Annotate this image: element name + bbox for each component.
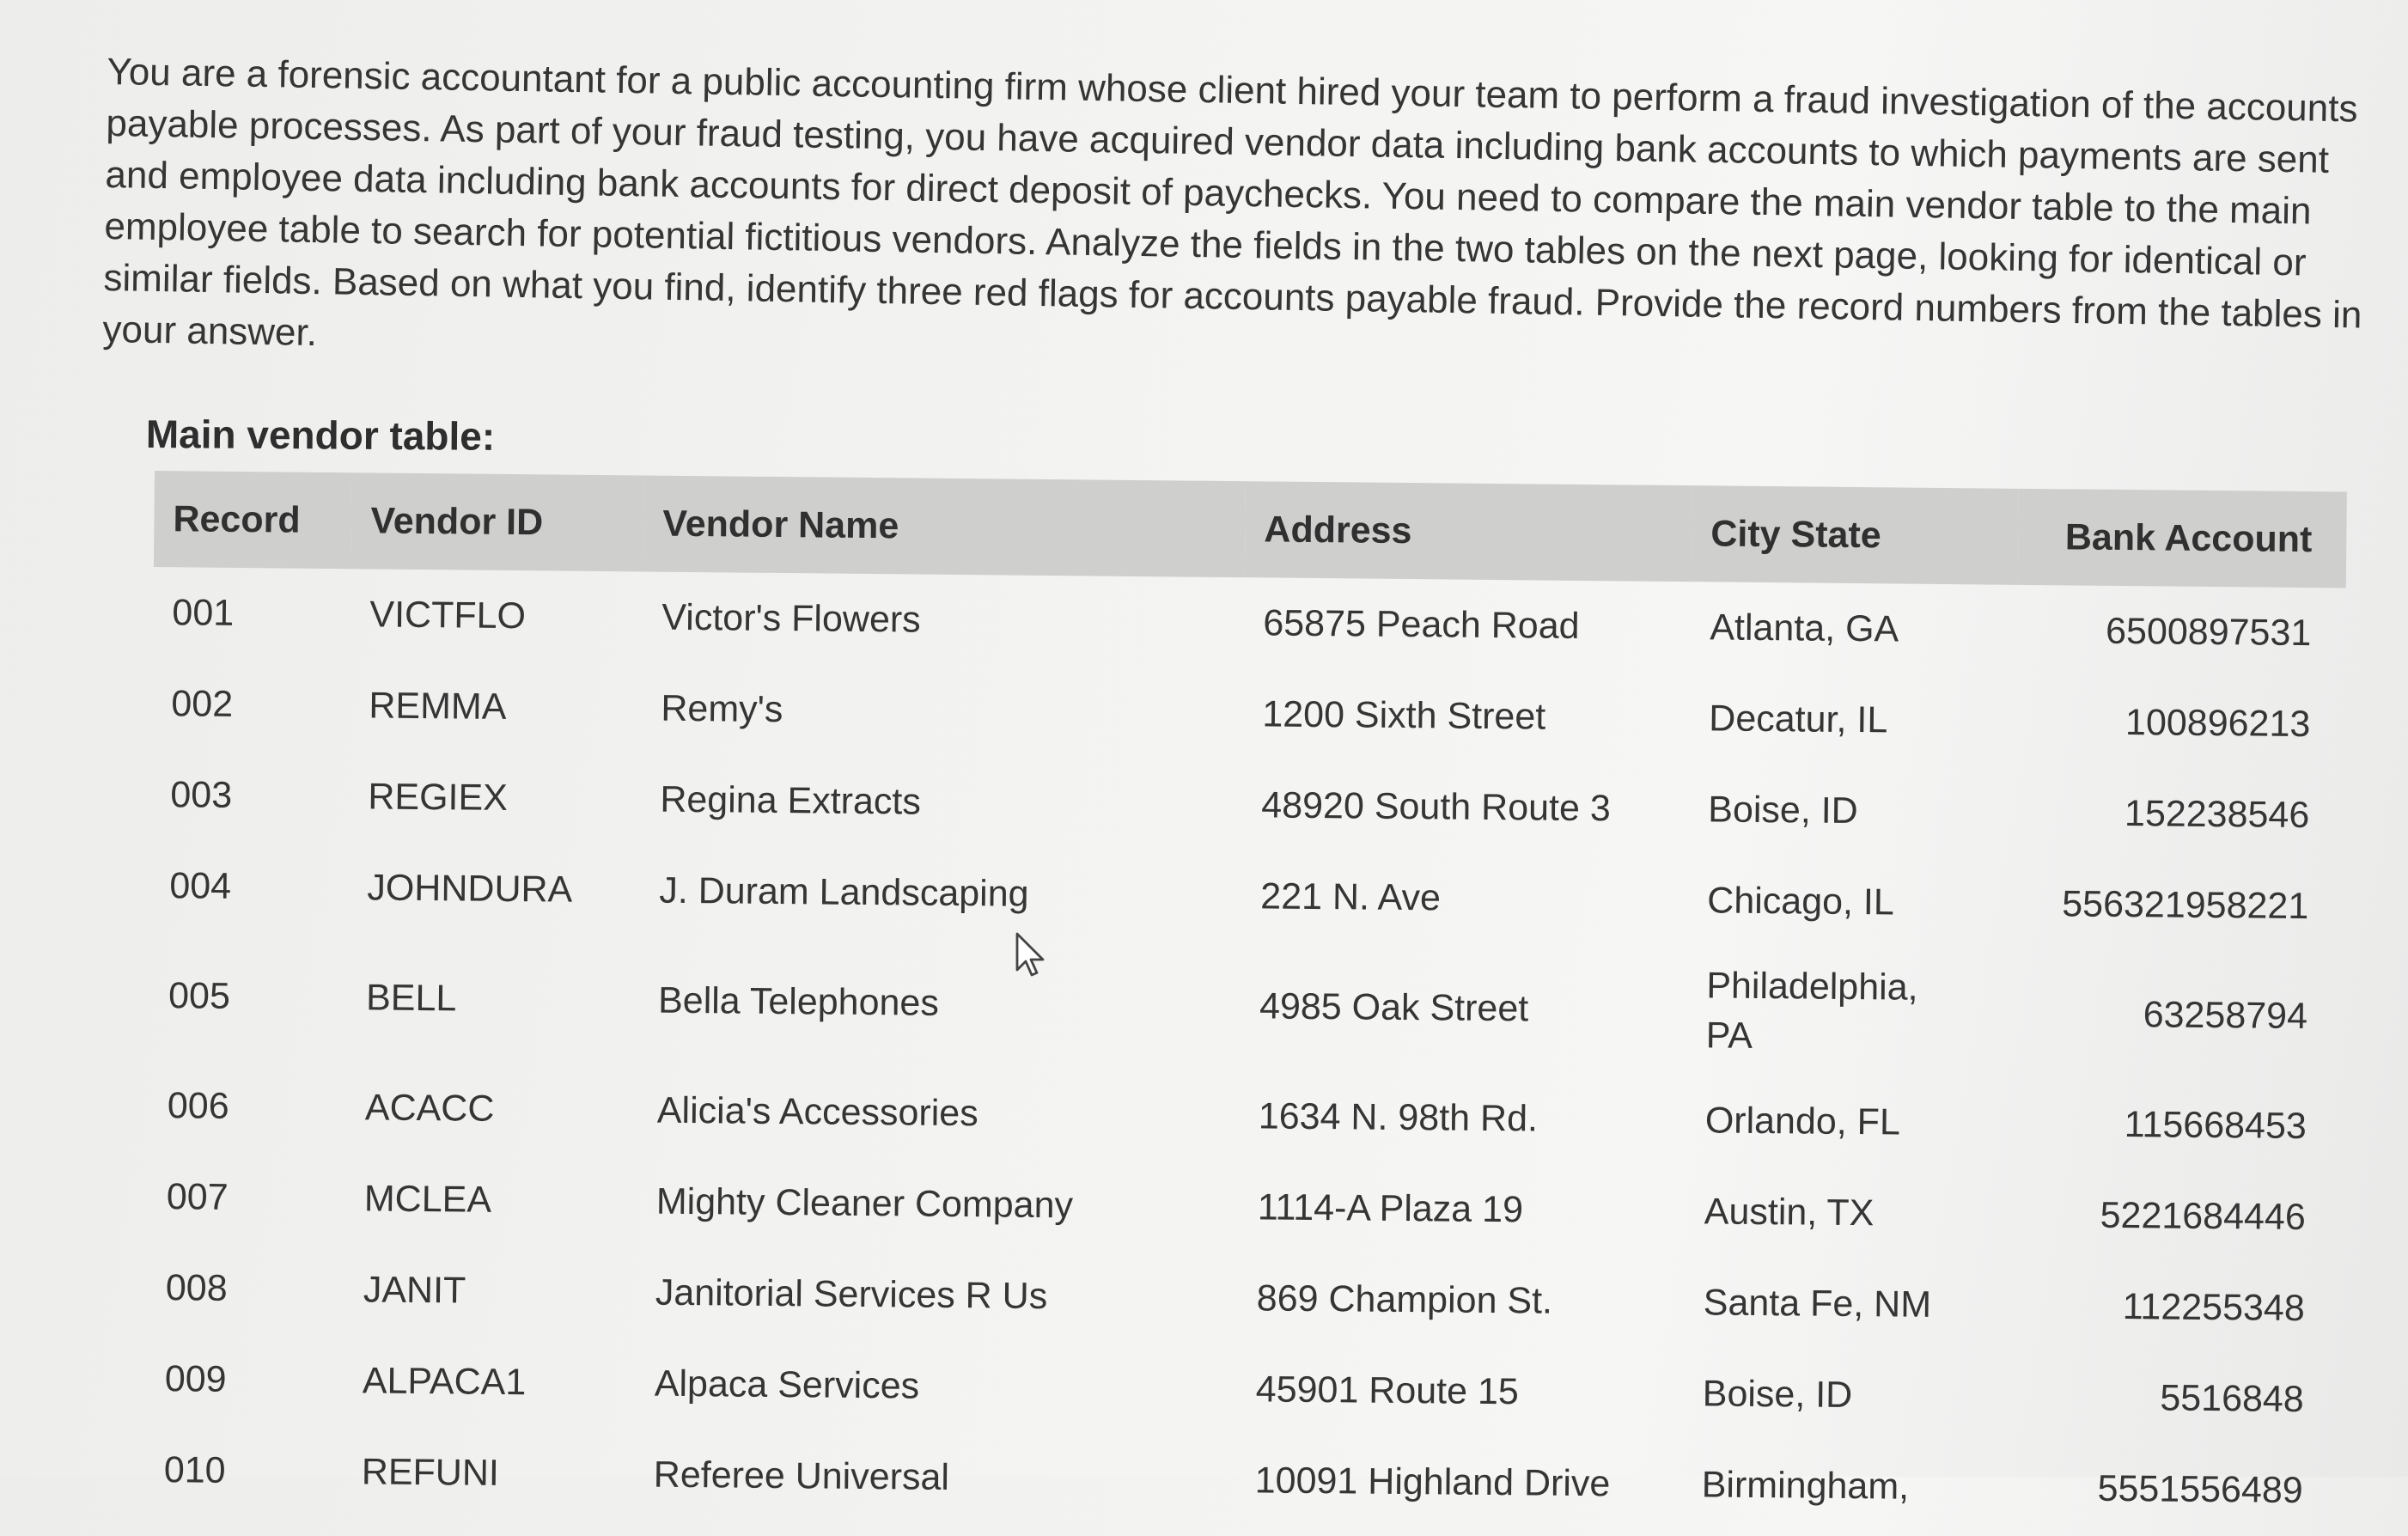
bank-account-cell: 112255348: [2122, 1285, 2305, 1329]
table-row: 005 BELL Bella Telephones 4985 Oak Stree…: [149, 931, 2342, 1081]
vendor-id-cell: ALPACA1: [362, 1359, 527, 1403]
bank-account-cell: 115668453: [2124, 1103, 2307, 1147]
header-record: Record: [173, 497, 301, 541]
city-state-cell: Atlanta, GA: [1710, 606, 1899, 649]
vendor-id-cell: BELL: [365, 976, 457, 1019]
city-state-cell: Santa Fe, NM: [1703, 1281, 1932, 1326]
vendor-table: Record Vendor ID Vendor Name Address Cit…: [144, 471, 2347, 1536]
bank-account-cell: 5516848: [2160, 1376, 2304, 1420]
vendor-id-cell: JANIT: [363, 1268, 466, 1312]
bank-account-cell: 63258794: [2143, 993, 2308, 1037]
vendor-name-cell: Bella Telephones: [657, 979, 940, 1024]
vendor-table-title: Main vendor table:: [145, 411, 496, 459]
bank-account-cell: 6500897531: [2105, 610, 2312, 654]
city-state-cell: Austin, TX: [1704, 1190, 1875, 1234]
vendor-name-cell: Janitorial Services R Us: [655, 1271, 1048, 1317]
address-cell: 221 N. Ave: [1260, 875, 1442, 918]
vendor-name-cell: Alpaca Services: [654, 1362, 920, 1407]
vendor-name-cell: Mighty Cleaner Company: [655, 1180, 1074, 1226]
vendor-id-cell: JOHNDURA: [367, 866, 573, 911]
screenshot-page: You are a forensic accountant for a publ…: [0, 0, 2408, 1511]
address-cell: 45901 Route 15: [1255, 1368, 1520, 1412]
address-cell: 48920 South Route 3: [1261, 783, 1611, 829]
city-state-cell: Birmingham,: [1701, 1463, 1910, 1508]
vendor-id-cell: ACACC: [364, 1086, 495, 1130]
city-state-cell: Philadelphia, PA: [1705, 965, 1918, 1057]
vendor-name-cell: Referee Universal: [653, 1454, 950, 1498]
record-cell: 003: [170, 773, 233, 816]
vendor-table-container: Record Vendor ID Vendor Name Address Cit…: [144, 471, 2347, 1536]
vendor-id-cell: REFUNI: [361, 1450, 500, 1494]
vendor-name-cell: J. Duram Landscaping: [659, 869, 1029, 915]
city-state-cell: Chicago, IL: [1707, 879, 1895, 923]
address-cell: 4985 Oak Street: [1259, 984, 1529, 1029]
vendor-id-cell: REMMA: [369, 684, 507, 728]
vendor-name-cell: Remy's: [661, 687, 783, 730]
record-cell: 004: [169, 864, 232, 907]
city-state-cell: Boise, ID: [1702, 1372, 1853, 1416]
bank-account-cell: 5551556489: [2097, 1467, 2303, 1511]
city-state-cell: Decatur, IL: [1709, 697, 1888, 741]
address-cell: 1114-A Plaza 19: [1257, 1186, 1524, 1230]
record-cell: 002: [171, 682, 234, 725]
bank-account-cell: 556321958221: [2062, 882, 2309, 927]
city-state-cell: Orlando, FL: [1704, 1099, 1901, 1143]
address-cell: 1634 N. 98th Rd.: [1258, 1094, 1539, 1139]
address-cell: 65875 Peach Road: [1263, 601, 1580, 647]
address-cell: 1200 Sixth Street: [1262, 692, 1546, 738]
header-vendor-name: Vendor Name: [662, 503, 899, 546]
city-state-cell: Boise, ID: [1708, 788, 1858, 832]
question-text: You are a forensic accountant for a publ…: [102, 50, 2362, 355]
vendor-name-cell: Regina Extracts: [660, 778, 922, 823]
record-cell: 007: [166, 1175, 229, 1218]
address-cell: 10091 Highland Drive: [1254, 1459, 1611, 1504]
vendor-name-cell: Victor's Flowers: [661, 596, 921, 641]
record-cell: 009: [164, 1357, 227, 1400]
vendor-id-cell: VICTFLO: [369, 593, 527, 637]
bank-account-cell: 152238546: [2124, 792, 2310, 836]
record-cell: 006: [167, 1084, 229, 1127]
vendor-id-cell: REGIEX: [368, 775, 509, 819]
vendor-id-cell: MCLEA: [363, 1177, 492, 1221]
record-cell: 005: [168, 974, 231, 1017]
header-address: Address: [1264, 508, 1412, 552]
record-cell: 001: [172, 591, 235, 634]
mouse-pointer-icon: [1015, 932, 1045, 977]
bank-account-cell: 100896213: [2125, 701, 2311, 745]
header-vendor-id: Vendor ID: [370, 499, 544, 543]
record-cell: 008: [165, 1266, 228, 1309]
header-bank-account: Bank Account: [2064, 515, 2313, 560]
bank-account-cell: 5221684446: [2100, 1194, 2307, 1238]
vendor-name-cell: Alicia's Accessories: [656, 1089, 978, 1134]
address-cell: 869 Champion St.: [1256, 1277, 1553, 1322]
header-city-state: City State: [1710, 512, 1881, 556]
record-cell: 010: [163, 1448, 226, 1491]
